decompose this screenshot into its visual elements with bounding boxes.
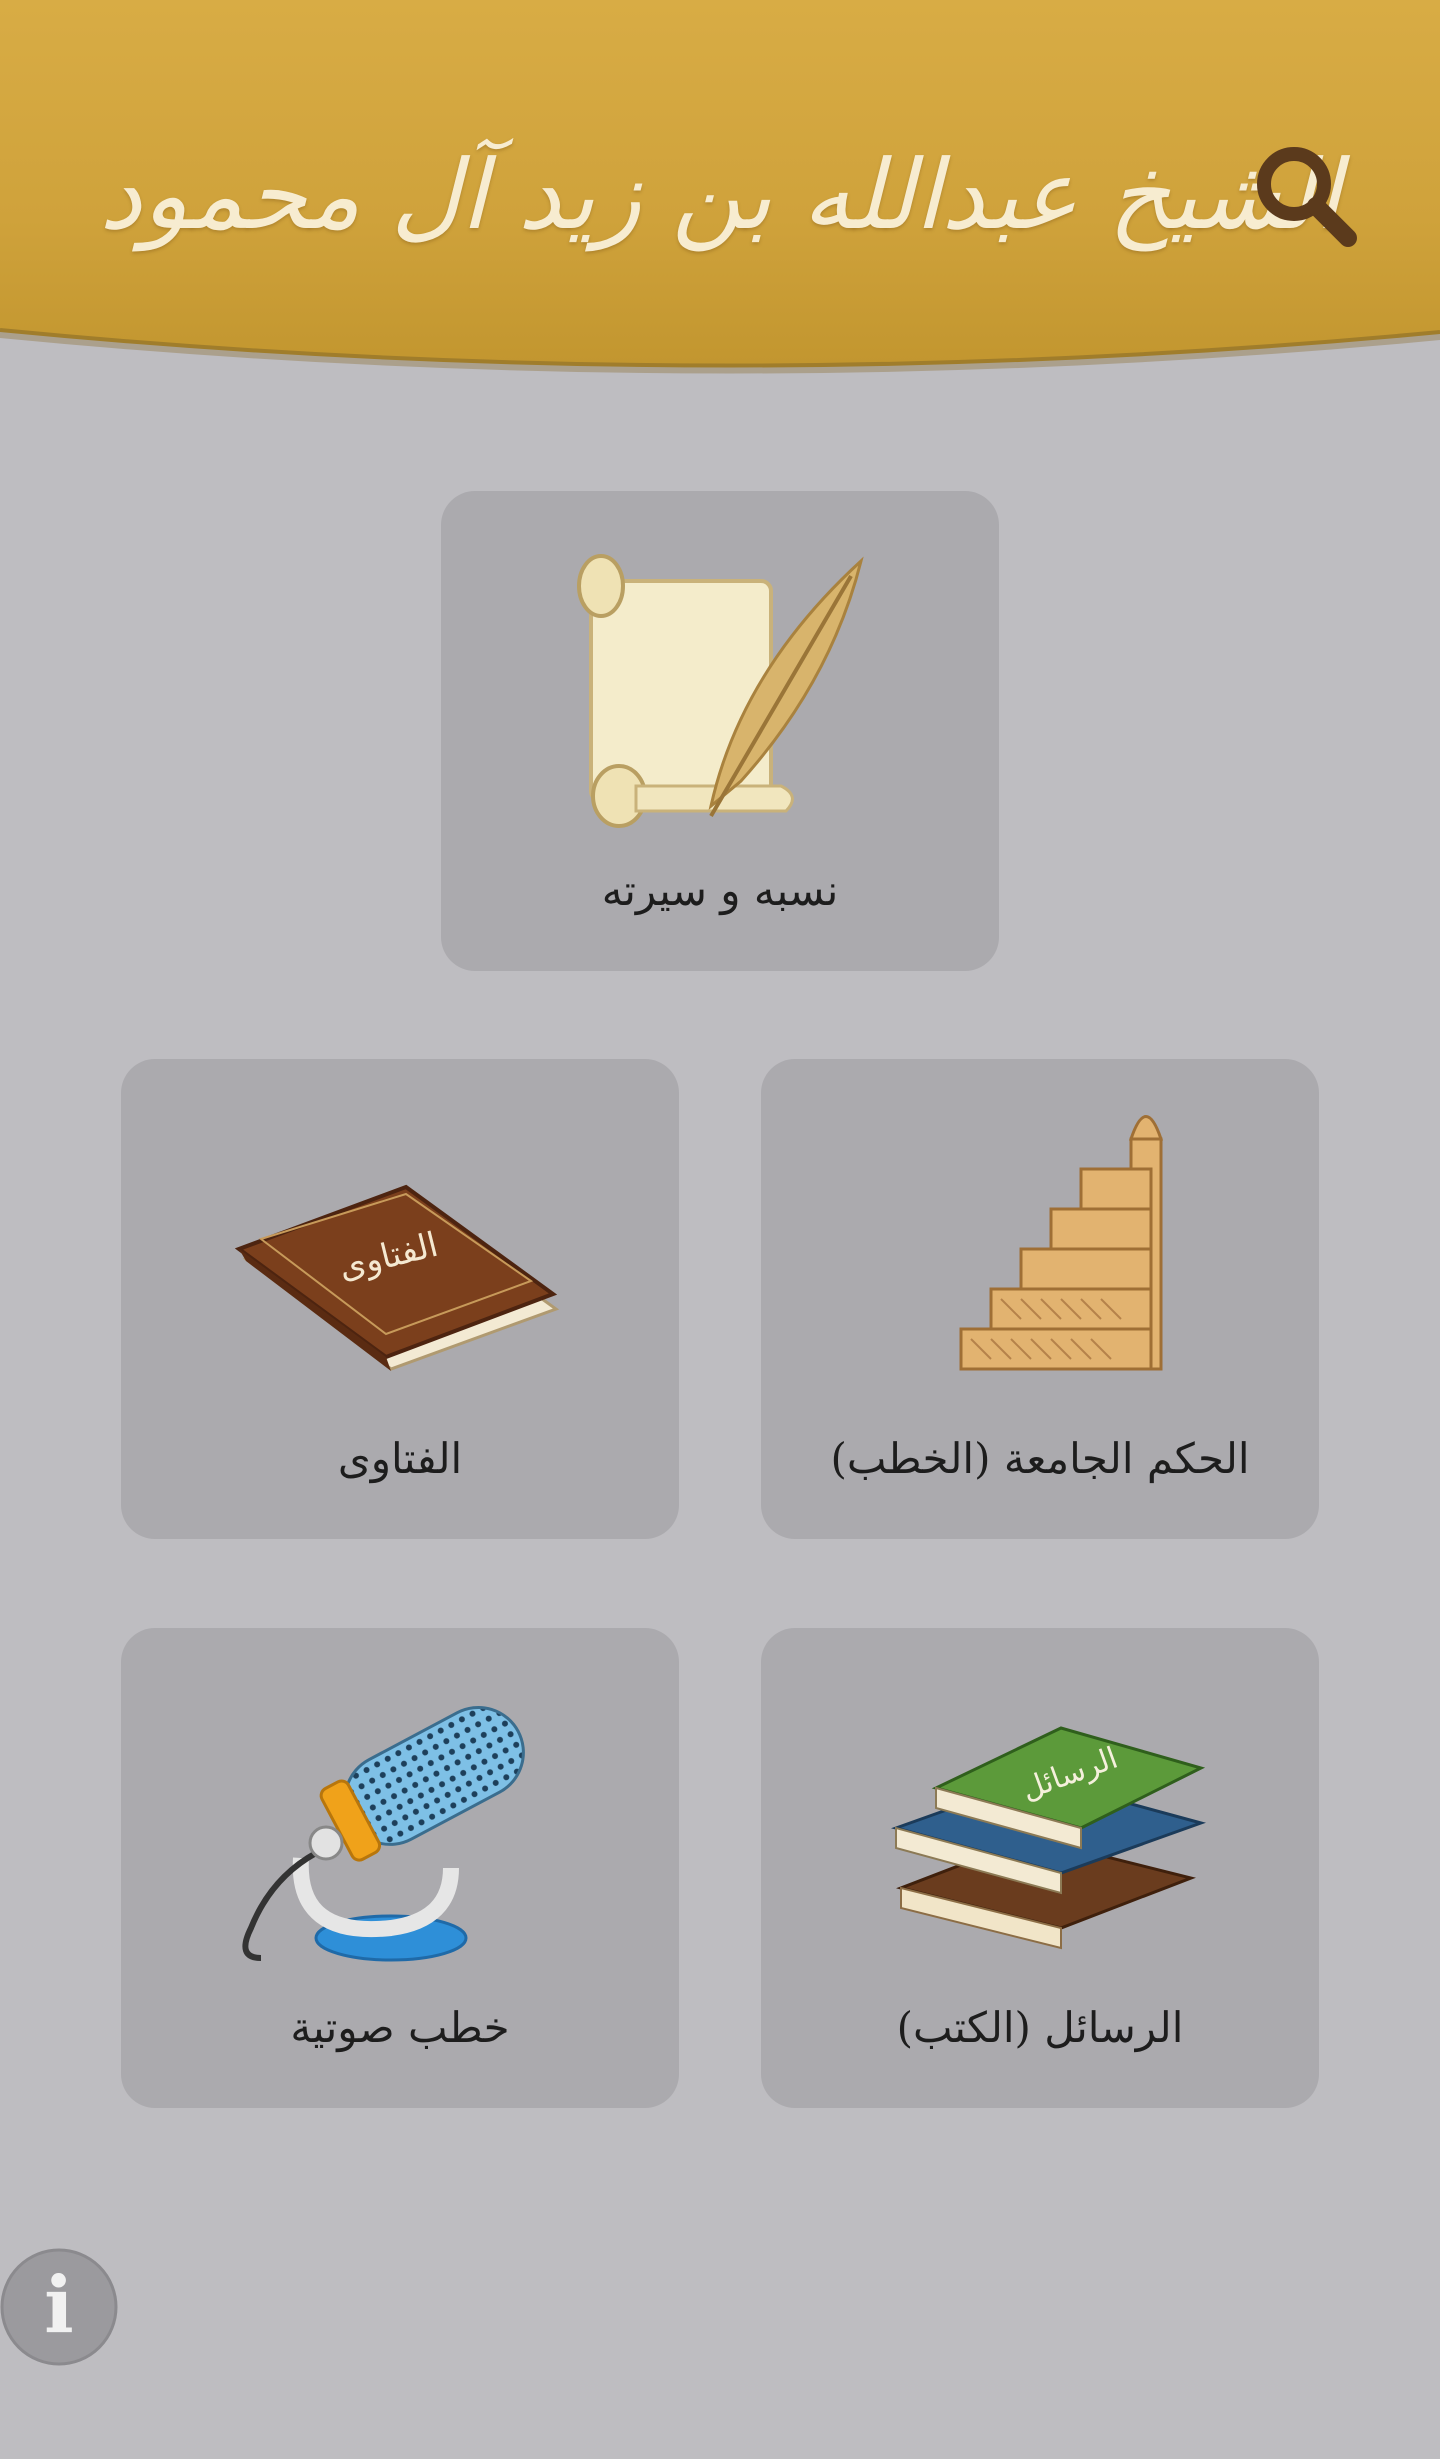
fatawa-book-icon: الفتاوى [121,1089,679,1409]
scroll-quill-icon [441,521,999,841]
tile-sermons[interactable]: الحكم الجامعة (الخطب) [761,1059,1319,1539]
tile-label: نسبه و سيرته [601,866,839,915]
books-stack-icon: الرسائل [761,1658,1319,1978]
tile-label: الحكم الجامعة (الخطب) [830,1434,1250,1483]
app-title: الشيخ عبدالله بن زيد آل محمود [99,139,1341,251]
info-icon[interactable]: i [0,2248,118,2366]
microphone-icon [121,1658,679,1978]
tile-biography[interactable]: نسبه و سيرته [441,491,999,971]
tile-letters[interactable]: الرسائل الرسائل (الكتب) [761,1628,1319,2108]
tile-audio-sermons[interactable]: خطب صوتية [121,1628,679,2108]
search-icon[interactable] [1250,140,1360,250]
tile-fatawa[interactable]: الفتاوى الفتاوى [121,1059,679,1539]
tile-label: خطب صوتية [290,2003,510,2052]
tile-label: الفتاوى [337,1434,463,1483]
tile-label: الرسائل (الكتب) [896,2003,1184,2052]
info-symbol: i [44,2260,74,2351]
minbar-icon [761,1089,1319,1409]
